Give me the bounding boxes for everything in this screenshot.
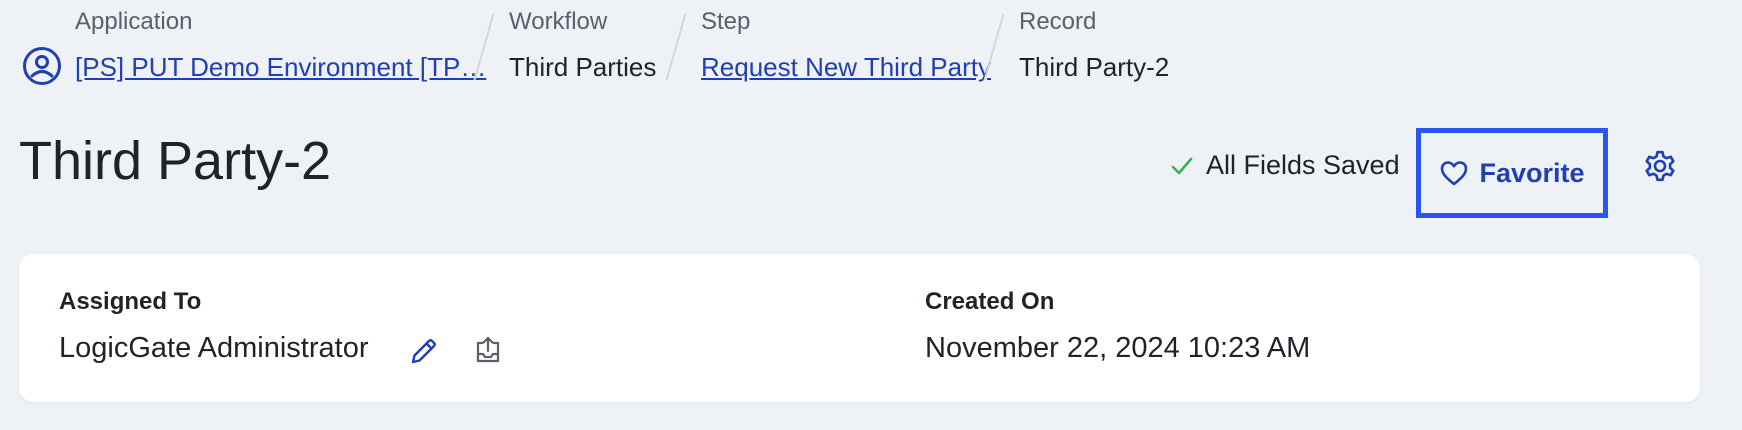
breadcrumb-step-link[interactable]: Request New Third Party bbox=[701, 52, 991, 83]
breadcrumb-application-link[interactable]: [PS] PUT Demo Environment [TP… bbox=[75, 52, 486, 83]
favorite-button[interactable]: Favorite bbox=[1416, 128, 1608, 218]
breadcrumb: Application [PS] PUT Demo Environment [T… bbox=[0, 0, 1742, 100]
breadcrumb-application-label: Application bbox=[75, 8, 193, 35]
upload-icon[interactable] bbox=[472, 334, 504, 366]
breadcrumb-separator bbox=[665, 14, 687, 80]
created-on-value: November 22, 2024 10:23 AM bbox=[925, 332, 1311, 364]
breadcrumb-workflow-label: Workflow bbox=[509, 8, 608, 35]
user-circle-icon bbox=[23, 47, 61, 85]
assigned-to-label: Assigned To bbox=[59, 288, 202, 315]
save-status-text: All Fields Saved bbox=[1206, 150, 1400, 180]
gear-icon[interactable] bbox=[1642, 148, 1678, 184]
breadcrumb-step-label: Step bbox=[701, 8, 751, 35]
breadcrumb-separator bbox=[983, 14, 1005, 80]
created-on-label: Created On bbox=[925, 288, 1055, 315]
record-details-card: Assigned To LogicGate Administrator Crea… bbox=[19, 254, 1700, 402]
heart-icon bbox=[1441, 161, 1468, 186]
breadcrumb-workflow-value: Third Parties bbox=[509, 52, 657, 82]
assigned-to-value: LogicGate Administrator bbox=[59, 332, 369, 364]
save-status: All Fields Saved bbox=[1170, 150, 1400, 181]
breadcrumb-record-value: Third Party-2 bbox=[1019, 52, 1170, 82]
page-title: Third Party-2 bbox=[19, 131, 332, 191]
favorite-button-label: Favorite bbox=[1479, 157, 1585, 188]
pencil-icon[interactable] bbox=[409, 336, 439, 366]
check-icon bbox=[1171, 157, 1193, 174]
breadcrumb-record-label: Record bbox=[1019, 8, 1097, 35]
